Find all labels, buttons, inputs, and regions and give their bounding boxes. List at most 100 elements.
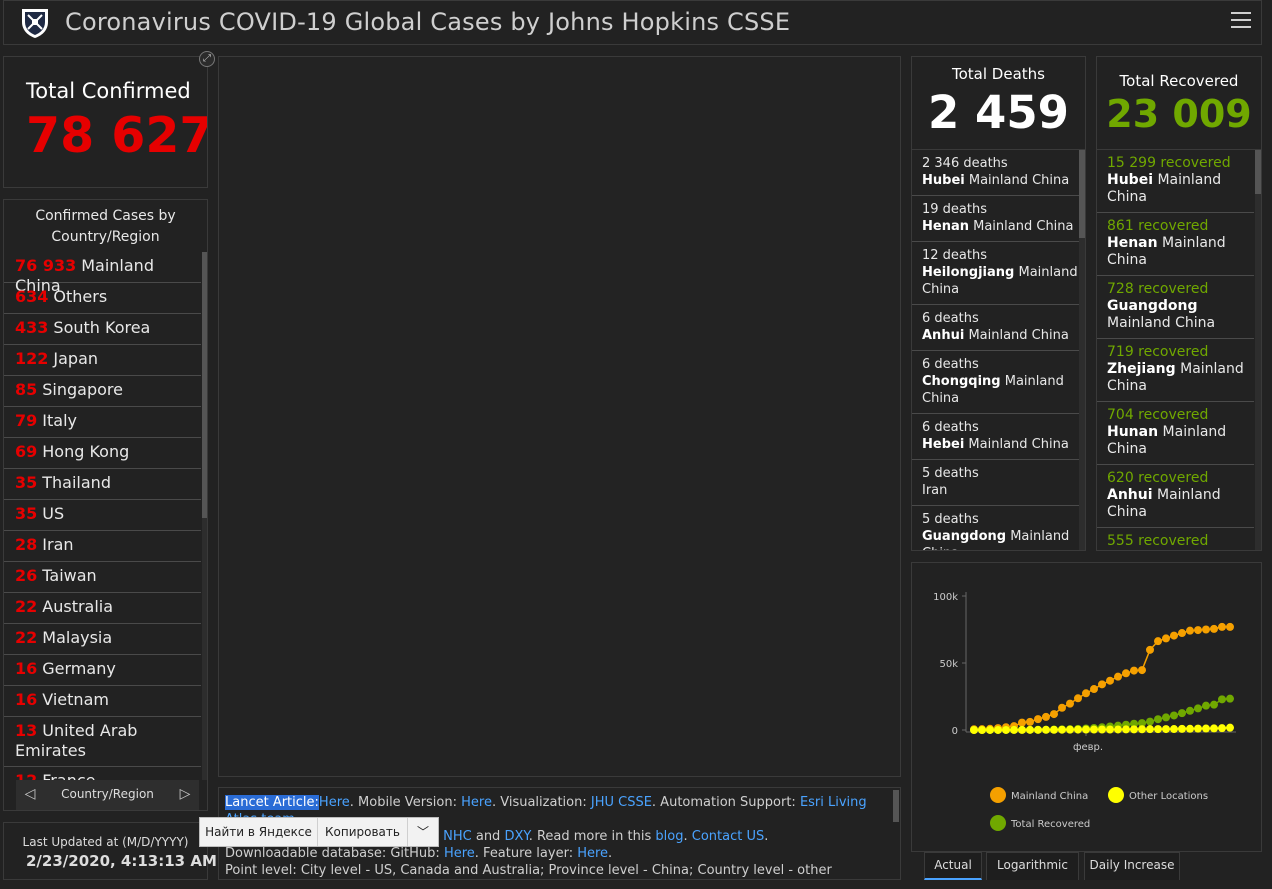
country-item[interactable]: 22 Australia [4,593,201,624]
data-point [1154,725,1162,734]
legend-label: Total Recovered [1010,819,1090,830]
country-count: 76 933 [15,256,77,275]
data-point [1170,711,1178,720]
country-item[interactable]: 79 Italy [4,407,201,438]
death-list-item[interactable]: 2 346 deaths Hubei Mainland China [912,150,1079,196]
country-item[interactable]: 35 US [4,500,201,531]
recovered-list-item[interactable]: 555 recoveredJiangxi Mainland China [1097,528,1254,550]
tab-daily-increase[interactable]: Daily Increase [1084,852,1180,880]
info-scrollbar[interactable] [893,790,899,822]
country-name: South Korea [53,318,151,337]
data-point [1074,725,1082,734]
data-point [1202,724,1210,733]
country-item[interactable]: 35 Thailand [4,469,201,500]
country-item[interactable]: 69 Hong Kong [4,438,201,469]
country-count: 22 [15,597,38,616]
dxy-link[interactable]: DXY [504,829,528,844]
tab-logarithmic[interactable]: Logarithmic [986,852,1079,880]
stat-count: 555 recovered [1107,533,1209,549]
recovered-list-item[interactable]: 728 recovered Guangdong Mainland China [1097,276,1254,339]
death-list-item[interactable]: 6 deaths Chongqing Mainland China [912,351,1079,414]
death-list-item[interactable]: 5 deaths Iran [912,460,1079,506]
death-list-item[interactable]: 5 deathsGuangdong Mainland China [912,506,1079,550]
country-count: 16 [15,690,38,709]
death-list-item[interactable]: 12 deaths Heilongjiang Mainland China [912,242,1079,305]
country-name: Vietnam [42,690,109,709]
chevron-right-icon[interactable]: ▷ [177,786,193,804]
death-list-item[interactable]: 6 deaths Hebei Mainland China [912,414,1079,460]
death-list-item[interactable]: 6 deaths Anhui Mainland China [912,305,1079,351]
country-item[interactable]: 13 United Arab Emirates [4,717,201,767]
map-view[interactable] [218,56,901,777]
country-item[interactable]: 22 Malaysia [4,624,201,655]
recovered-list-item[interactable]: 861 recovered Henan Mainland China [1097,213,1254,276]
data-point [1098,725,1106,734]
mobile-link[interactable]: Here [461,795,492,810]
country-item[interactable]: 634 Others [4,283,201,314]
stat-count: 6 deaths [922,311,979,326]
country-count: 122 [15,349,49,368]
country-list[interactable]: 76 933 Mainland China 634 Others 433 South Ko… [4,252,201,780]
recovered-scrollbar[interactable] [1255,150,1261,550]
stat-region: Henan [1107,235,1158,251]
nhc-link[interactable]: NHC [439,829,472,844]
total-confirmed-value: 78 627 [26,107,208,164]
country-item[interactable]: 16 Vietnam [4,686,201,717]
total-recovered-label: Total Recovered [1119,72,1239,90]
jhu-link[interactable]: JHU CSSE [591,795,652,810]
country-item[interactable]: 433 South Korea [4,314,201,345]
country-name: Malaysia [42,628,113,647]
lancet-link[interactable]: Here [319,795,350,810]
feature-layer-link[interactable]: Here [577,846,608,861]
data-point [1122,725,1130,734]
expand-icon[interactable]: ⤢ [199,51,215,67]
country-name: Others [53,287,108,306]
country-item[interactable]: 76 933 Mainland China [4,252,201,295]
country-item[interactable]: 12 France [4,767,201,780]
data-point [1178,709,1186,718]
context-menu: Найти в Яндексе Копировать ﹀ [199,817,439,847]
scrollbar-thumb[interactable] [202,252,207,518]
country-item[interactable]: 28 Iran [4,531,201,562]
stat-region: Zhejiang [1107,361,1176,377]
y-tick-label: 0 [952,726,958,737]
recovered-list-item[interactable]: 704 recovered Hunan Mainland China [1097,402,1254,465]
data-point [1154,637,1162,646]
country-item[interactable]: 122 Japan [4,345,201,376]
tab-actual[interactable]: Actual [924,852,982,880]
data-point [1138,725,1146,734]
blog-link[interactable]: blog [655,829,683,844]
github-link[interactable]: Here [444,846,475,861]
data-point [1186,706,1194,715]
deaths-scrollbar[interactable] [1079,150,1085,550]
country-list-scrollbar[interactable] [202,252,207,780]
read-more-text: . Read more in this [528,829,656,844]
stat-count: 5 deaths [922,466,979,481]
chevron-down-icon[interactable]: ﹀ [408,818,438,846]
country-count: 16 [15,659,38,678]
recovered-list-item[interactable]: 719 recovered Zhejiang Mainland China [1097,339,1254,402]
data-point [1114,672,1122,681]
data-point [1146,645,1154,654]
country-item[interactable]: 26 Taiwan [4,562,201,593]
copy-button[interactable]: Копировать [318,818,408,846]
recovered-list-item[interactable]: 15 299 recovered Hubei Mainland China [1097,150,1254,213]
country-name: Germany [42,659,116,678]
stat-count: 15 299 recovered [1107,155,1231,171]
country-item[interactable]: 16 Germany [4,655,201,686]
stat-count: 704 recovered [1107,407,1209,423]
stat-region: Hebei [922,437,965,452]
deaths-list[interactable]: 2 346 deaths Hubei Mainland China 19 death… [912,150,1079,550]
hamburger-menu-icon[interactable] [1231,12,1251,32]
country-item[interactable]: 85 Singapore [4,376,201,407]
death-list-item[interactable]: 19 deaths Henan Mainland China [912,196,1079,242]
recovered-list[interactable]: 15 299 recovered Hubei Mainland China 861 … [1097,150,1254,550]
total-confirmed-panel: Total Confirmed 78 627 [3,56,208,188]
country-count: 35 [15,473,38,492]
scrollbar-thumb[interactable] [1255,150,1261,194]
contact-link[interactable]: Contact US [692,829,764,844]
yandex-search-button[interactable]: Найти в Яндексе [200,818,318,846]
stat-count: 861 recovered [1107,218,1209,234]
recovered-list-item[interactable]: 620 recovered Anhui Mainland China [1097,465,1254,528]
scrollbar-thumb[interactable] [1079,150,1085,238]
